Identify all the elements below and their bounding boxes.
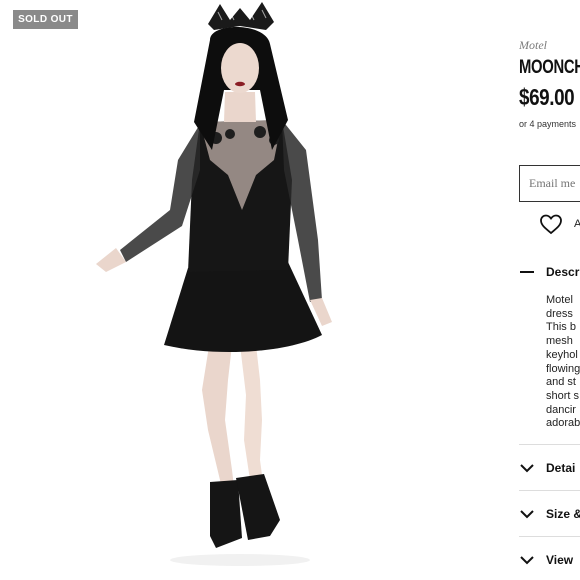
product-price: $69.00 — [519, 84, 575, 110]
accordion-label-size: Size & — [546, 507, 580, 521]
wishlist-label[interactable]: A — [574, 218, 580, 230]
description-line: adorab — [546, 417, 580, 430]
accordion-label-view: View — [546, 553, 574, 567]
description-line: keyhol — [546, 348, 578, 361]
email-me-input[interactable] — [519, 165, 580, 202]
product-title: MOONCH — [519, 57, 580, 78]
product-page: SOLD OUT Motel MOONCH $69.00 or 4 paymen… — [0, 0, 580, 580]
description-line: dress — [546, 307, 573, 320]
heart-icon[interactable] — [539, 213, 563, 235]
accordion-description-header[interactable]: Descr — [519, 262, 580, 282]
description-line: short s — [546, 389, 580, 402]
description-line: mesh — [546, 335, 573, 348]
accordion-label-description: Descr — [546, 265, 580, 279]
product-image[interactable] — [60, 0, 380, 580]
minus-icon — [520, 271, 534, 273]
brand-name[interactable]: Motel — [519, 38, 547, 53]
description-text: Motel dress This b mesh keyhol flowing a… — [546, 294, 580, 431]
description-line: flowing — [546, 362, 580, 375]
accordion-label-details: Detai — [546, 461, 576, 475]
accordion-details-header[interactable]: Detai — [519, 458, 580, 478]
description-line: This b — [546, 321, 576, 334]
product-info-panel: Motel MOONCH $69.00 or 4 payments A Desc… — [519, 0, 580, 580]
description-line: and st — [546, 376, 576, 389]
description-line: dancir — [546, 403, 576, 416]
payments-text: or 4 payments — [519, 119, 577, 129]
chevron-down-icon — [520, 556, 534, 565]
description-line: Motel — [546, 294, 573, 306]
accordion-view-header[interactable]: View — [519, 550, 580, 570]
chevron-down-icon — [520, 464, 534, 473]
divider — [519, 444, 580, 445]
chevron-down-icon — [520, 510, 534, 519]
divider — [519, 536, 580, 537]
accordion-size-header[interactable]: Size & — [519, 504, 580, 524]
divider — [519, 490, 580, 491]
